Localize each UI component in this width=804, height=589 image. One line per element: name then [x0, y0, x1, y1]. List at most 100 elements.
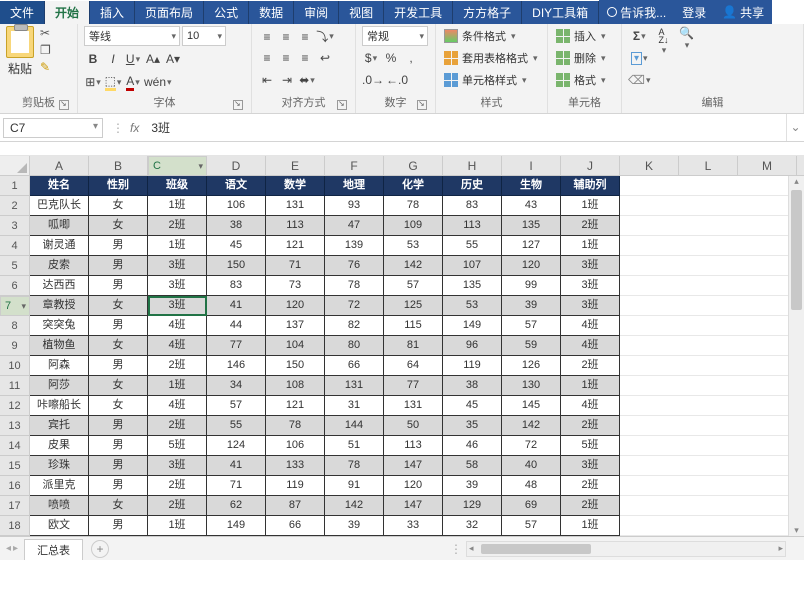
cell[interactable]: 41	[207, 296, 266, 316]
tab-page-layout[interactable]: 页面布局	[135, 1, 204, 24]
column-header-A[interactable]: A	[30, 156, 89, 175]
row-header[interactable]: 14	[0, 436, 30, 456]
cell[interactable]: 142	[502, 416, 561, 436]
font-dialog-launcher[interactable]	[233, 100, 243, 110]
cell[interactable]: 58	[443, 456, 502, 476]
cell[interactable]: 59	[502, 336, 561, 356]
column-header-I[interactable]: I	[502, 156, 561, 175]
tab-developer[interactable]: 开发工具	[384, 1, 453, 24]
column-header-H[interactable]: H	[443, 156, 502, 175]
cell[interactable]: 87	[266, 496, 325, 516]
cell[interactable]: 2班	[561, 476, 620, 496]
cell[interactable]: 巴克队长	[30, 196, 89, 216]
column-header-F[interactable]: F	[325, 156, 384, 175]
empty-cells[interactable]	[620, 276, 804, 296]
cell[interactable]: 1班	[561, 236, 620, 256]
cell[interactable]: 76	[325, 256, 384, 276]
cell[interactable]: 班级	[148, 176, 207, 196]
cell[interactable]: 119	[443, 356, 502, 376]
cell[interactable]: 131	[325, 376, 384, 396]
tab-insert[interactable]: 插入	[90, 1, 135, 24]
cell[interactable]: 3班	[148, 276, 207, 296]
merge-center-button[interactable]: ⬌▾	[298, 70, 316, 90]
cell[interactable]: 78	[384, 196, 443, 216]
cell[interactable]: 1班	[561, 196, 620, 216]
cell[interactable]: 4班	[148, 396, 207, 416]
cell[interactable]: 2班	[561, 416, 620, 436]
cell[interactable]: 化学	[384, 176, 443, 196]
cell[interactable]: 107	[443, 256, 502, 276]
cell[interactable]: 4班	[561, 336, 620, 356]
cell[interactable]: 72	[325, 296, 384, 316]
cell[interactable]: 男	[89, 436, 148, 456]
row-header[interactable]: 4	[0, 236, 30, 256]
cell[interactable]: 57	[384, 276, 443, 296]
cell[interactable]: 72	[502, 436, 561, 456]
cell[interactable]: 植物鱼	[30, 336, 89, 356]
column-header-D[interactable]: D	[207, 156, 266, 175]
cell[interactable]: 147	[384, 456, 443, 476]
cell[interactable]: 80	[325, 336, 384, 356]
cell[interactable]: 男	[89, 476, 148, 496]
row-header[interactable]: 16	[0, 476, 30, 496]
increase-font-button[interactable]: A▴	[144, 49, 162, 69]
cell[interactable]: 78	[325, 456, 384, 476]
cell[interactable]: 139	[325, 236, 384, 256]
cell[interactable]: 3班	[561, 276, 620, 296]
empty-cells[interactable]	[620, 236, 804, 256]
cell[interactable]: 地理	[325, 176, 384, 196]
cell[interactable]: 144	[325, 416, 384, 436]
cell[interactable]: 106	[266, 436, 325, 456]
cell[interactable]: 34	[207, 376, 266, 396]
cut-button[interactable]	[40, 26, 54, 40]
grid-body[interactable]: 1姓名性别班级语文数学地理化学历史生物辅助列2巴克队长女1班1061319378…	[0, 176, 804, 536]
cell[interactable]: 78	[325, 276, 384, 296]
cell[interactable]: 2班	[148, 416, 207, 436]
cell[interactable]: 83	[207, 276, 266, 296]
cell[interactable]: 女	[89, 336, 148, 356]
sheet-tab[interactable]: 汇总表	[24, 539, 83, 560]
decrease-decimal-button[interactable]: ←.0	[386, 70, 408, 90]
select-all-corner[interactable]	[0, 156, 30, 175]
cell[interactable]: 127	[502, 236, 561, 256]
cell[interactable]: 2班	[148, 476, 207, 496]
wrap-text-button[interactable]: ↩	[316, 48, 334, 68]
cell[interactable]: 38	[207, 216, 266, 236]
empty-cells[interactable]	[620, 436, 804, 456]
empty-cells[interactable]	[620, 516, 804, 536]
cell[interactable]: 4班	[148, 316, 207, 336]
increase-decimal-button[interactable]: .0→	[362, 70, 384, 90]
name-box[interactable]: C7	[3, 118, 103, 138]
column-header-K[interactable]: K	[620, 156, 679, 175]
conditional-format-button[interactable]: 条件格式▾	[442, 26, 518, 46]
column-header-C[interactable]: C	[148, 156, 207, 176]
tab-review[interactable]: 审阅	[294, 1, 339, 24]
decrease-font-button[interactable]: A▾	[164, 49, 182, 69]
cell[interactable]: 欧文	[30, 516, 89, 536]
cell[interactable]: 呱唧	[30, 216, 89, 236]
cell[interactable]: 120	[502, 256, 561, 276]
row-header[interactable]: 6	[0, 276, 30, 296]
cell[interactable]: 47	[325, 216, 384, 236]
cell[interactable]: 性别	[89, 176, 148, 196]
row-header[interactable]: 8	[0, 316, 30, 336]
formula-input[interactable]: 3班	[145, 117, 786, 138]
row-header[interactable]: 15	[0, 456, 30, 476]
empty-cells[interactable]	[620, 396, 804, 416]
cell[interactable]: 50	[384, 416, 443, 436]
cell[interactable]: 121	[266, 236, 325, 256]
cell[interactable]: 41	[207, 456, 266, 476]
italic-button[interactable]: I	[104, 49, 122, 69]
cell[interactable]: 131	[266, 196, 325, 216]
autosum-button[interactable]: ▾	[628, 26, 651, 46]
cell[interactable]: 31	[325, 396, 384, 416]
cell[interactable]: 1班	[148, 516, 207, 536]
cell[interactable]: 78	[266, 416, 325, 436]
tab-file[interactable]: 文件	[0, 1, 45, 24]
cell[interactable]: 5班	[561, 436, 620, 456]
cell[interactable]: 4班	[148, 336, 207, 356]
cell[interactable]: 男	[89, 236, 148, 256]
cell[interactable]: 5班	[148, 436, 207, 456]
cell[interactable]: 150	[266, 356, 325, 376]
column-header-J[interactable]: J	[561, 156, 620, 175]
